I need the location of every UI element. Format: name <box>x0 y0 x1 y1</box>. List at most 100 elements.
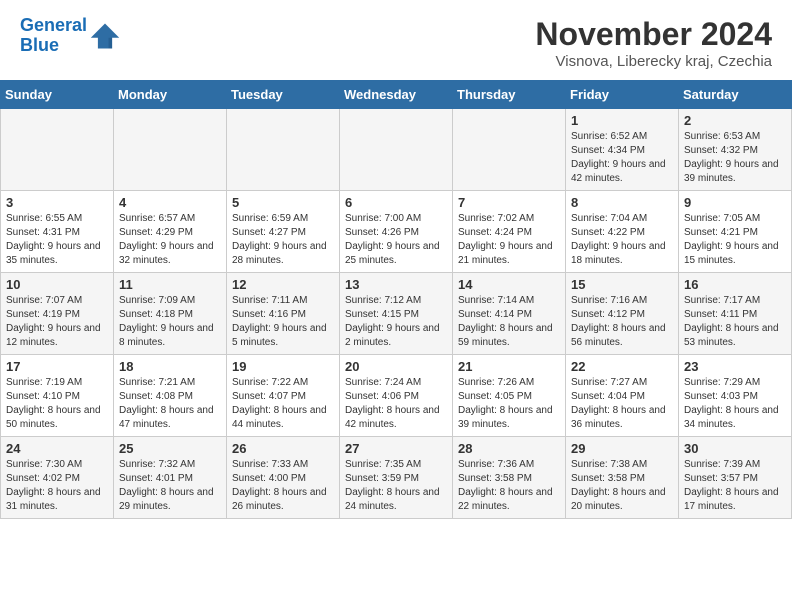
day-info: Sunrise: 7:24 AM Sunset: 4:06 PM Dayligh… <box>345 376 447 432</box>
calendar-day-cell: 16 Sunrise: 7:17 AM Sunset: 4:11 PM Dayli… <box>679 273 792 355</box>
calendar-day-cell: 18 Sunrise: 7:21 AM Sunset: 4:08 PM Dayli… <box>114 355 227 437</box>
day-info: Sunrise: 7:32 AM Sunset: 4:01 PM Dayligh… <box>119 458 221 514</box>
calendar-day-cell: 30 Sunrise: 7:39 AM Sunset: 3:57 PM Dayli… <box>679 437 792 519</box>
day-number: 13 <box>345 277 447 292</box>
title-block: November 2024 Visnova, Liberecky kraj, C… <box>535 16 772 70</box>
calendar-day-cell: 14 Sunrise: 7:14 AM Sunset: 4:14 PM Dayli… <box>453 273 566 355</box>
day-info: Sunrise: 7:35 AM Sunset: 3:59 PM Dayligh… <box>345 458 447 514</box>
day-info: Sunrise: 6:52 AM Sunset: 4:34 PM Dayligh… <box>571 130 673 186</box>
logo-icon <box>89 20 121 52</box>
day-number: 7 <box>458 195 560 210</box>
calendar-week-row: 1Sunrise: 6:52 AM Sunset: 4:34 PM Daylig… <box>1 109 792 191</box>
calendar-day-cell: 19 Sunrise: 7:22 AM Sunset: 4:07 PM Dayli… <box>227 355 340 437</box>
day-info: Sunrise: 7:21 AM Sunset: 4:08 PM Dayligh… <box>119 376 221 432</box>
col-header-wednesday: Wednesday <box>340 81 453 109</box>
day-info: Sunrise: 7:07 AM Sunset: 4:19 PM Dayligh… <box>6 294 108 350</box>
day-info: Sunrise: 6:55 AM Sunset: 4:31 PM Dayligh… <box>6 212 108 268</box>
day-number: 8 <box>571 195 673 210</box>
day-number: 4 <box>119 195 221 210</box>
day-number: 17 <box>6 359 108 374</box>
calendar-day-cell: 15 Sunrise: 7:16 AM Sunset: 4:12 PM Dayli… <box>566 273 679 355</box>
calendar-day-cell <box>227 109 340 191</box>
day-number: 24 <box>6 441 108 456</box>
day-number: 28 <box>458 441 560 456</box>
calendar-week-row: 17 Sunrise: 7:19 AM Sunset: 4:10 PM Dayli… <box>1 355 792 437</box>
day-number: 19 <box>232 359 334 374</box>
month-title: November 2024 <box>535 16 772 53</box>
day-info: Sunrise: 7:14 AM Sunset: 4:14 PM Dayligh… <box>458 294 560 350</box>
calendar-table: SundayMondayTuesdayWednesdayThursdayFrid… <box>0 80 792 519</box>
day-number: 29 <box>571 441 673 456</box>
day-info: Sunrise: 7:12 AM Sunset: 4:15 PM Dayligh… <box>345 294 447 350</box>
day-info: Sunrise: 7:39 AM Sunset: 3:57 PM Dayligh… <box>684 458 786 514</box>
calendar-day-cell: 13 Sunrise: 7:12 AM Sunset: 4:15 PM Dayli… <box>340 273 453 355</box>
calendar-day-cell: 3 Sunrise: 6:55 AM Sunset: 4:31 PM Daylig… <box>1 191 114 273</box>
day-number: 20 <box>345 359 447 374</box>
day-info: Sunrise: 7:27 AM Sunset: 4:04 PM Dayligh… <box>571 376 673 432</box>
day-number: 6 <box>345 195 447 210</box>
calendar-day-cell: 17 Sunrise: 7:19 AM Sunset: 4:10 PM Dayli… <box>1 355 114 437</box>
day-info: Sunrise: 7:30 AM Sunset: 4:02 PM Dayligh… <box>6 458 108 514</box>
day-info: Sunrise: 7:17 AM Sunset: 4:11 PM Dayligh… <box>684 294 786 350</box>
col-header-friday: Friday <box>566 81 679 109</box>
col-header-monday: Monday <box>114 81 227 109</box>
day-number: 11 <box>119 277 221 292</box>
day-info: Sunrise: 7:00 AM Sunset: 4:26 PM Dayligh… <box>345 212 447 268</box>
calendar-day-cell <box>1 109 114 191</box>
day-number: 23 <box>684 359 786 374</box>
day-info: Sunrise: 6:57 AM Sunset: 4:29 PM Dayligh… <box>119 212 221 268</box>
calendar-week-row: 10 Sunrise: 7:07 AM Sunset: 4:19 PM Dayli… <box>1 273 792 355</box>
day-number: 21 <box>458 359 560 374</box>
day-info: Sunrise: 7:38 AM Sunset: 3:58 PM Dayligh… <box>571 458 673 514</box>
day-info: Sunrise: 7:02 AM Sunset: 4:24 PM Dayligh… <box>458 212 560 268</box>
day-number: 26 <box>232 441 334 456</box>
day-number: 9 <box>684 195 786 210</box>
col-header-saturday: Saturday <box>679 81 792 109</box>
day-number: 12 <box>232 277 334 292</box>
calendar-day-cell: 21 Sunrise: 7:26 AM Sunset: 4:05 PM Dayli… <box>453 355 566 437</box>
calendar-day-cell: 11 Sunrise: 7:09 AM Sunset: 4:18 PM Dayli… <box>114 273 227 355</box>
day-number: 10 <box>6 277 108 292</box>
calendar-day-cell: 4 Sunrise: 6:57 AM Sunset: 4:29 PM Daylig… <box>114 191 227 273</box>
calendar-day-cell <box>114 109 227 191</box>
day-info: Sunrise: 7:29 AM Sunset: 4:03 PM Dayligh… <box>684 376 786 432</box>
calendar-day-cell: 22 Sunrise: 7:27 AM Sunset: 4:04 PM Dayli… <box>566 355 679 437</box>
calendar-day-cell: 20 Sunrise: 7:24 AM Sunset: 4:06 PM Dayli… <box>340 355 453 437</box>
calendar-header-row: SundayMondayTuesdayWednesdayThursdayFrid… <box>1 81 792 109</box>
calendar-day-cell: 29 Sunrise: 7:38 AM Sunset: 3:58 PM Dayli… <box>566 437 679 519</box>
day-number: 18 <box>119 359 221 374</box>
day-number: 15 <box>571 277 673 292</box>
calendar-day-cell: 26 Sunrise: 7:33 AM Sunset: 4:00 PM Dayli… <box>227 437 340 519</box>
calendar-day-cell <box>340 109 453 191</box>
calendar-week-row: 3 Sunrise: 6:55 AM Sunset: 4:31 PM Daylig… <box>1 191 792 273</box>
col-header-thursday: Thursday <box>453 81 566 109</box>
day-info: Sunrise: 7:19 AM Sunset: 4:10 PM Dayligh… <box>6 376 108 432</box>
calendar-day-cell: 23 Sunrise: 7:29 AM Sunset: 4:03 PM Dayli… <box>679 355 792 437</box>
day-number: 14 <box>458 277 560 292</box>
calendar-day-cell: 7 Sunrise: 7:02 AM Sunset: 4:24 PM Daylig… <box>453 191 566 273</box>
calendar-day-cell <box>453 109 566 191</box>
day-info: Sunrise: 7:09 AM Sunset: 4:18 PM Dayligh… <box>119 294 221 350</box>
logo-text: GeneralBlue <box>20 16 87 56</box>
day-info: Sunrise: 7:11 AM Sunset: 4:16 PM Dayligh… <box>232 294 334 350</box>
calendar-day-cell: 8Sunrise: 7:04 AM Sunset: 4:22 PM Daylig… <box>566 191 679 273</box>
calendar-day-cell: 10 Sunrise: 7:07 AM Sunset: 4:19 PM Dayli… <box>1 273 114 355</box>
calendar-day-cell: 9Sunrise: 7:05 AM Sunset: 4:21 PM Daylig… <box>679 191 792 273</box>
day-info: Sunrise: 7:16 AM Sunset: 4:12 PM Dayligh… <box>571 294 673 350</box>
day-info: Sunrise: 7:22 AM Sunset: 4:07 PM Dayligh… <box>232 376 334 432</box>
calendar-week-row: 24 Sunrise: 7:30 AM Sunset: 4:02 PM Dayli… <box>1 437 792 519</box>
day-info: Sunrise: 7:33 AM Sunset: 4:00 PM Dayligh… <box>232 458 334 514</box>
calendar-day-cell: 24 Sunrise: 7:30 AM Sunset: 4:02 PM Dayli… <box>1 437 114 519</box>
day-number: 3 <box>6 195 108 210</box>
calendar-day-cell: 27Sunrise: 7:35 AM Sunset: 3:59 PM Dayli… <box>340 437 453 519</box>
day-number: 25 <box>119 441 221 456</box>
calendar-day-cell: 1Sunrise: 6:52 AM Sunset: 4:34 PM Daylig… <box>566 109 679 191</box>
day-number: 2 <box>684 113 786 128</box>
day-number: 22 <box>571 359 673 374</box>
day-number: 16 <box>684 277 786 292</box>
day-number: 30 <box>684 441 786 456</box>
day-info: Sunrise: 7:26 AM Sunset: 4:05 PM Dayligh… <box>458 376 560 432</box>
day-info: Sunrise: 7:36 AM Sunset: 3:58 PM Dayligh… <box>458 458 560 514</box>
calendar-day-cell: 2Sunrise: 6:53 AM Sunset: 4:32 PM Daylig… <box>679 109 792 191</box>
page-header: GeneralBlue November 2024 Visnova, Liber… <box>0 0 792 80</box>
